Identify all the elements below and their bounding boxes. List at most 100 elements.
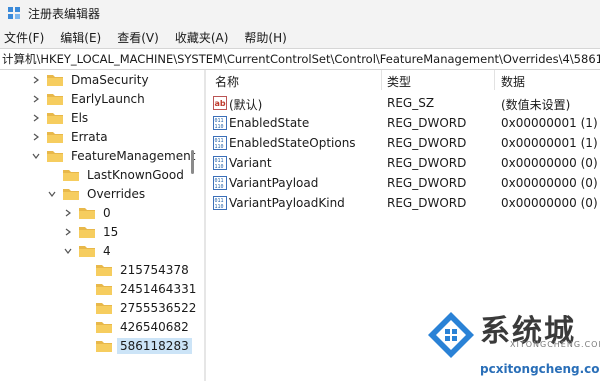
tree-node[interactable]: DmaSecurity [30, 70, 152, 89]
menu-file[interactable]: 文件(F) [0, 29, 50, 46]
folder-icon [96, 283, 112, 295]
value-data: 0x00000000 (0) [501, 196, 598, 210]
chevron-right-icon[interactable] [30, 112, 42, 124]
value-name: VariantPayload [229, 176, 319, 190]
tree-node-label[interactable]: LastKnownGood [84, 167, 187, 183]
tree-node-label[interactable]: 2755536522 [117, 300, 199, 316]
tree-node-label[interactable]: Els [68, 110, 91, 126]
value-row[interactable]: 011 110 Variant REG_DWORD 0x00000000 (0) [207, 153, 600, 173]
chevron-down-icon[interactable] [46, 188, 58, 200]
value-data: 0x00000000 (0) [501, 176, 598, 190]
value-data: 0x00000000 (0) [501, 156, 598, 170]
binary-value-icon: 011110 [213, 116, 227, 130]
svg-text:110: 110 [215, 164, 224, 170]
tree-node[interactable]: 586118283 [79, 336, 192, 355]
tree-node-label[interactable]: 215754378 [117, 262, 192, 278]
tree-node-label[interactable]: EarlyLaunch [68, 91, 148, 107]
tree-node-label[interactable]: Overrides [84, 186, 148, 202]
folder-icon [79, 207, 95, 219]
registry-tree[interactable]: DmaSecurity EarlyLaunch Els Errata FeatureMa… [0, 70, 200, 381]
tree-node[interactable]: 4 [62, 241, 114, 260]
value-type: REG_DWORD [387, 116, 467, 130]
title-bar: 注册表编辑器 [0, 0, 600, 26]
tree-node-label[interactable]: 0 [100, 205, 114, 221]
menu-edit[interactable]: 编辑(E) [54, 29, 107, 46]
value-name: VariantPayloadKind [229, 196, 345, 210]
folder-icon [96, 321, 112, 333]
tree-node[interactable]: LastKnownGood [46, 165, 187, 184]
column-header-type[interactable]: 类型 [387, 73, 411, 90]
menu-view[interactable]: 查看(V) [111, 29, 165, 46]
folder-icon [63, 188, 79, 200]
tree-node-label[interactable]: 2451464331 [117, 281, 199, 297]
tree-node-label[interactable]: FeatureManagement [68, 148, 198, 164]
tree-node[interactable]: 2451464331 [79, 279, 199, 298]
chevron-down-icon[interactable] [30, 150, 42, 162]
address-bar[interactable]: 计算机\HKEY_LOCAL_MACHINE\SYSTEM\CurrentCon… [0, 48, 600, 70]
tree-node[interactable]: 0 [62, 203, 114, 222]
chevron-down-icon[interactable] [62, 245, 74, 257]
folder-icon [47, 112, 63, 124]
tree-node[interactable]: 15 [62, 222, 121, 241]
list-header: 名称 类型 数据 [207, 70, 600, 90]
value-name: EnabledState [229, 116, 310, 130]
svg-text:110: 110 [215, 144, 224, 150]
menu-bar: 文件(F) 编辑(E) 查看(V) 收藏夹(A) 帮助(H) [0, 26, 600, 48]
chevron-right-icon[interactable] [30, 131, 42, 143]
value-data: 0x00000001 (1) [501, 136, 598, 150]
tree-scrollbar[interactable] [191, 150, 194, 174]
value-row[interactable]: 011 110 EnabledState REG_DWORD 0x00000001 (1… [207, 113, 600, 133]
pane-splitter[interactable] [204, 70, 206, 381]
value-type: REG_DWORD [387, 136, 467, 150]
binary-value-icon: 011110 [213, 156, 227, 170]
column-header-data[interactable]: 数据 [501, 73, 525, 90]
value-type: REG_DWORD [387, 196, 467, 210]
value-row[interactable]: 011 110 VariantPayload REG_DWORD 0x00000000 … [207, 173, 600, 193]
value-row[interactable]: ab (默认) REG_SZ (数值未设置) [207, 93, 600, 113]
svg-text:ab: ab [215, 99, 226, 108]
tree-node-label[interactable]: DmaSecurity [68, 72, 152, 88]
tree-node-label[interactable]: 586118283 [117, 337, 192, 354]
column-header-name[interactable]: 名称 [215, 73, 239, 90]
value-name: (默认) [229, 98, 263, 112]
chevron-right-icon[interactable] [62, 207, 74, 219]
folder-icon [96, 340, 112, 352]
tree-node[interactable]: 2755536522 [79, 298, 199, 317]
tree-node[interactable]: FeatureManagement [30, 146, 198, 165]
svg-text:110: 110 [215, 124, 224, 130]
chevron-right-icon[interactable] [62, 226, 74, 238]
tree-node[interactable]: 426540682 [79, 317, 192, 336]
value-name: EnabledStateOptions [229, 136, 356, 150]
tree-node[interactable]: Els [30, 108, 91, 127]
menu-favorites[interactable]: 收藏夹(A) [169, 29, 235, 46]
tree-node[interactable]: 215754378 [79, 260, 192, 279]
chevron-right-icon[interactable] [30, 74, 42, 86]
value-name: Variant [229, 156, 272, 170]
tree-node-label[interactable]: Errata [68, 129, 111, 145]
watermark-sub: XITONGCHENG.COM [510, 340, 600, 349]
tree-node-label[interactable]: 15 [100, 224, 121, 240]
menu-help[interactable]: 帮助(H) [238, 29, 292, 46]
folder-icon [47, 93, 63, 105]
column-separator[interactable] [381, 70, 382, 90]
value-row[interactable]: 011 110 VariantPayloadKind REG_DWORD 0x00000… [207, 193, 600, 213]
tree-node-label[interactable]: 426540682 [117, 319, 192, 335]
address-path[interactable]: 计算机\HKEY_LOCAL_MACHINE\SYSTEM\CurrentCon… [0, 51, 600, 67]
svg-text:110: 110 [215, 204, 224, 210]
tree-node[interactable]: Overrides [46, 184, 148, 203]
folder-icon [96, 264, 112, 276]
value-type: REG_SZ [387, 96, 435, 110]
chevron-right-icon[interactable] [30, 93, 42, 105]
binary-value-icon: 011110 [213, 196, 227, 210]
column-separator[interactable] [494, 70, 495, 90]
tree-node-label[interactable]: 4 [100, 243, 114, 259]
folder-icon [96, 302, 112, 314]
tree-node[interactable]: Errata [30, 127, 111, 146]
value-row[interactable]: 011 110 EnabledStateOptions REG_DWORD 0x0000… [207, 133, 600, 153]
tree-node[interactable]: EarlyLaunch [30, 89, 148, 108]
